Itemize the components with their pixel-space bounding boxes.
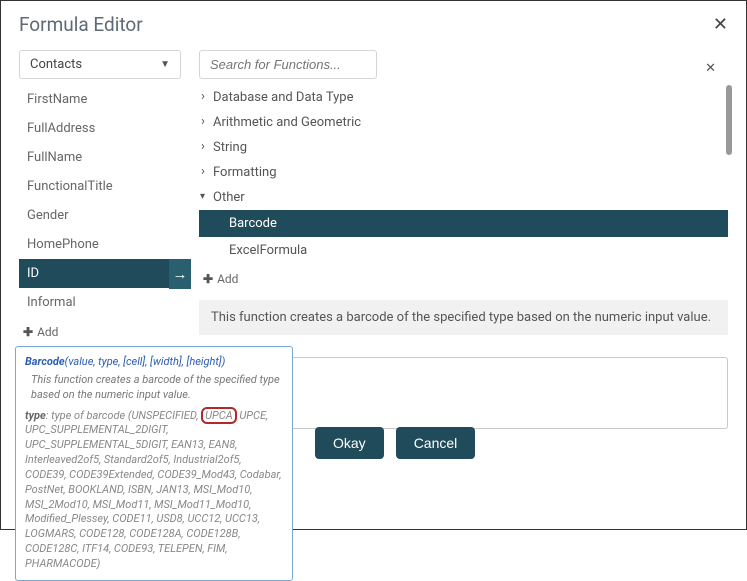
add-field-button[interactable]: ✚Add — [19, 317, 189, 347]
field-item[interactable]: Gender — [19, 201, 189, 230]
functions-panel: ✕ Database and Data Type Arithmetic and … — [199, 85, 728, 347]
source-select-value: Contacts — [30, 57, 82, 72]
source-select[interactable]: Contacts ▼ — [19, 50, 181, 79]
function-category[interactable]: Database and Data Type — [199, 85, 728, 110]
plus-icon: ✚ — [23, 325, 33, 339]
tooltip-param: type: type of barcode (UNSPECIFIED, UPCA… — [25, 409, 283, 572]
function-item-barcode[interactable]: Barcode — [199, 210, 728, 237]
function-category[interactable]: Arithmetic and Geometric — [199, 110, 728, 135]
plus-icon: ✚ — [203, 272, 213, 286]
search-input[interactable] — [210, 57, 366, 72]
field-item[interactable]: FirstName — [19, 85, 189, 114]
insert-arrow-icon[interactable]: → — [169, 259, 191, 289]
add-function-button[interactable]: ✚Add — [199, 264, 728, 294]
tooltip-signature: Barcode(value, type, [cell], [width], [h… — [25, 355, 283, 370]
tooltip: Barcode(value, type, [cell], [width], [h… — [15, 346, 293, 581]
tooltip-description: This function creates a barcode of the s… — [25, 373, 283, 403]
function-search[interactable] — [199, 50, 377, 79]
clear-search-icon[interactable]: ✕ — [705, 61, 716, 76]
field-item[interactable]: Informal — [19, 288, 189, 317]
dialog-title: Formula Editor — [19, 13, 143, 36]
okay-button[interactable]: Okay — [315, 427, 384, 459]
function-category[interactable]: String — [199, 135, 728, 160]
cancel-button[interactable]: Cancel — [396, 427, 476, 459]
function-description: This function creates a barcode of the s… — [199, 300, 728, 335]
function-category-other[interactable]: Other — [199, 185, 728, 210]
field-item[interactable]: FunctionalTitle — [19, 172, 189, 201]
highlight-ring: UPCA — [201, 407, 237, 424]
field-item[interactable]: FullAddress — [19, 114, 189, 143]
field-item[interactable]: FullName — [19, 143, 189, 172]
close-icon[interactable]: ✕ — [713, 14, 728, 35]
field-item[interactable]: HomePhone — [19, 230, 189, 259]
caret-down-icon: ▼ — [160, 59, 170, 70]
field-item-selected[interactable]: ID → — [19, 259, 189, 288]
function-item-excelformula[interactable]: ExcelFormula — [199, 237, 728, 264]
fields-list: FirstName FullAddress FullName Functiona… — [19, 85, 189, 347]
function-category[interactable]: Formatting — [199, 160, 728, 185]
